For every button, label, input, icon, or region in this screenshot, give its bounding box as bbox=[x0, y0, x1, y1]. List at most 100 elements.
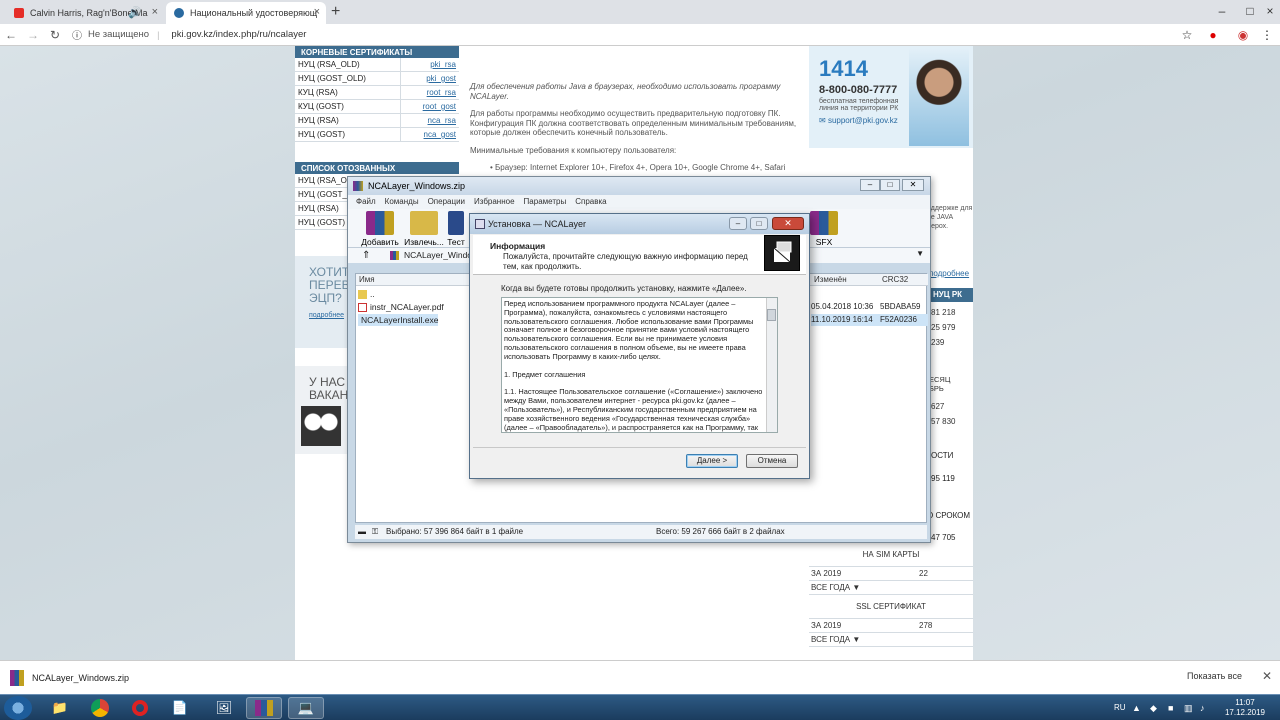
more-link[interactable]: подробнее bbox=[929, 269, 969, 278]
back-icon[interactable]: ← bbox=[0, 28, 22, 42]
close-icon[interactable]: × bbox=[152, 6, 158, 18]
reload-icon[interactable]: ↻ bbox=[44, 28, 66, 42]
list-item[interactable]: instr_NCALayer.pdf bbox=[358, 301, 444, 313]
banner-vacancies[interactable]: У НАС ВАКАН bbox=[295, 366, 350, 454]
maximize-button[interactable]: □ bbox=[750, 217, 768, 230]
menu-icon[interactable]: ⋮ bbox=[1260, 28, 1274, 42]
cert-link[interactable]: pki_gost bbox=[400, 72, 456, 85]
cert-name: КУЦ (GOST) bbox=[298, 102, 344, 111]
menu-operations[interactable]: Операции bbox=[428, 195, 465, 209]
list-item-selected[interactable]: NCALayerInstall.exe bbox=[358, 314, 438, 326]
setup-titlebar[interactable]: Установка — NCALayer – □ ✕ bbox=[470, 214, 809, 234]
setup-dialog: Установка — NCALayer – □ ✕ Информация По… bbox=[469, 213, 810, 479]
list-item[interactable]: .. bbox=[358, 288, 375, 300]
close-button[interactable]: × bbox=[1256, 0, 1280, 22]
network-icon[interactable]: ▥ bbox=[1184, 703, 1193, 714]
banner-ecp[interactable]: ХОТИТ ПЕРЕВ ЭЦП? подробнее bbox=[295, 256, 350, 348]
close-icon[interactable]: 🔊 bbox=[128, 6, 142, 19]
root-certs-header: КОРНЕВЫЕ СЕРТИФИКАТЫ bbox=[295, 46, 459, 58]
tool-label: Тест bbox=[447, 237, 465, 247]
up-folder-icon[interactable]: ⇑ bbox=[362, 250, 370, 261]
add-button[interactable]: Добавить bbox=[360, 211, 400, 247]
cert-row: КУЦ (GOST) root_gost bbox=[295, 100, 459, 114]
start-button[interactable] bbox=[4, 696, 32, 720]
col-modified[interactable]: Изменён bbox=[811, 274, 878, 286]
extension-icon[interactable]: ◉ bbox=[1236, 28, 1250, 42]
add-archive-icon bbox=[366, 211, 394, 235]
tab-pki[interactable]: Национальный удостоверяющ × bbox=[166, 2, 326, 24]
stat-number: 25 979 bbox=[931, 323, 956, 332]
winrar-titlebar[interactable]: NCALayer_Windows.zip – □ ✕ bbox=[348, 177, 930, 195]
menu-file[interactable]: Файл bbox=[356, 195, 376, 209]
show-all-button[interactable]: Показать все bbox=[1187, 671, 1242, 681]
opera-icon[interactable]: ● bbox=[1206, 28, 1220, 42]
file-date: 11.10.2019 16:14 bbox=[811, 315, 873, 324]
info-icon[interactable]: ⓘ bbox=[72, 27, 82, 42]
chevron-down-icon[interactable]: ▼ bbox=[916, 249, 924, 258]
cancel-button[interactable]: Отмена bbox=[746, 454, 798, 468]
clock[interactable]: 11:07 17.12.2019 bbox=[1222, 698, 1268, 718]
forward-icon[interactable]: → bbox=[22, 28, 44, 42]
menu-options[interactable]: Параметры bbox=[524, 195, 567, 209]
close-button[interactable]: ✕ bbox=[902, 179, 924, 191]
cert-row: НУЦ (RSA) nca_rsa bbox=[295, 114, 459, 128]
chrome-icon[interactable] bbox=[82, 697, 118, 719]
minimize-button[interactable]: – bbox=[860, 179, 880, 191]
explorer-icon[interactable]: 📁 bbox=[42, 697, 78, 719]
license-textarea[interactable]: Перед использованием программного продук… bbox=[501, 297, 778, 433]
new-tab-button[interactable]: + bbox=[331, 3, 340, 21]
close-icon[interactable]: ✕ bbox=[1262, 669, 1272, 683]
extract-button[interactable]: Извлечь... bbox=[404, 211, 444, 247]
all-years-toggle[interactable]: ВСЕ ГОДА ▼ bbox=[809, 633, 973, 647]
tool-label: SFX bbox=[815, 237, 833, 247]
cert-link[interactable]: pki_rsa bbox=[400, 58, 456, 71]
mail-icon: ✉ bbox=[819, 116, 828, 125]
minimize-button[interactable]: – bbox=[729, 217, 747, 230]
app-icon[interactable]: 🖼 bbox=[206, 697, 242, 719]
not-secure-label[interactable]: Не защищено bbox=[88, 29, 149, 40]
status-selected: Выбрано: 57 396 864 байт в 1 файле bbox=[386, 527, 524, 536]
setup-taskbar-icon[interactable]: 💻 bbox=[288, 697, 324, 719]
menu-help[interactable]: Справка bbox=[575, 195, 606, 209]
language-indicator[interactable]: RU bbox=[1114, 703, 1126, 712]
taskbar: 📁 📄 🖼 💻 RU ▲ ◆ ■ ▥ ♪ 11:07 17.12.2019 bbox=[0, 694, 1280, 720]
banner-more-link[interactable]: подробнее bbox=[309, 309, 350, 322]
support-email[interactable]: support@pki.gov.kz bbox=[828, 116, 898, 125]
tray-app-icon[interactable]: ■ bbox=[1168, 703, 1173, 713]
tray-app-icon[interactable]: ◆ bbox=[1150, 703, 1157, 714]
tab-youtube[interactable]: Calvin Harris, Rag'n'Bone Ma 🔊 × bbox=[6, 2, 164, 24]
cert-link[interactable]: nca_rsa bbox=[400, 114, 456, 127]
winrar-taskbar-icon[interactable] bbox=[246, 697, 282, 719]
sfx-icon bbox=[810, 211, 838, 235]
close-icon[interactable]: × bbox=[314, 6, 320, 18]
star-icon[interactable]: ☆ bbox=[1180, 28, 1194, 42]
maximize-button[interactable]: □ bbox=[880, 179, 900, 191]
file-date: 05.04.2018 10:36 bbox=[811, 302, 874, 311]
cert-row: КУЦ (RSA) root_rsa bbox=[295, 86, 459, 100]
tray-arrow-icon[interactable]: ▲ bbox=[1132, 703, 1141, 713]
sfx-button[interactable]: SFX bbox=[804, 211, 844, 247]
menu-commands[interactable]: Команды bbox=[385, 195, 419, 209]
test-button[interactable]: Тест bbox=[446, 211, 466, 247]
volume-icon[interactable]: ♪ bbox=[1200, 703, 1205, 713]
url-field[interactable]: pki.gov.kz/index.php/ru/ncalayer bbox=[171, 29, 306, 40]
download-item[interactable]: NCALayer_Windows.zip bbox=[4, 663, 154, 693]
cert-link[interactable]: nca_gost bbox=[400, 128, 456, 141]
archive-icon bbox=[390, 251, 399, 260]
hotline-banner: 1414 8-800-080-7777 бесплатная телефонна… bbox=[809, 46, 973, 148]
opera-icon[interactable] bbox=[122, 697, 158, 719]
scrollbar-thumb[interactable] bbox=[767, 309, 776, 321]
col-crc[interactable]: CRC32 bbox=[878, 274, 928, 286]
cert-name: НУЦ (RSA) bbox=[298, 116, 339, 125]
stat-row: ЗА 2019 22 bbox=[809, 567, 973, 581]
menu-favorites[interactable]: Избранное bbox=[474, 195, 515, 209]
notepad-icon[interactable]: 📄 bbox=[162, 697, 198, 719]
requirement-item: • Браузер: Internet Explorer 10+, Firefo… bbox=[490, 163, 786, 172]
cert-link[interactable]: root_gost bbox=[400, 100, 456, 113]
minimize-button[interactable]: – bbox=[1208, 0, 1236, 22]
all-years-toggle[interactable]: ВСЕ ГОДА ▼ bbox=[809, 581, 973, 595]
close-button[interactable]: ✕ bbox=[772, 217, 804, 230]
cert-link[interactable]: root_rsa bbox=[400, 86, 456, 99]
osti-value: 95 119 bbox=[931, 474, 955, 483]
next-button[interactable]: Далее > bbox=[686, 454, 738, 468]
